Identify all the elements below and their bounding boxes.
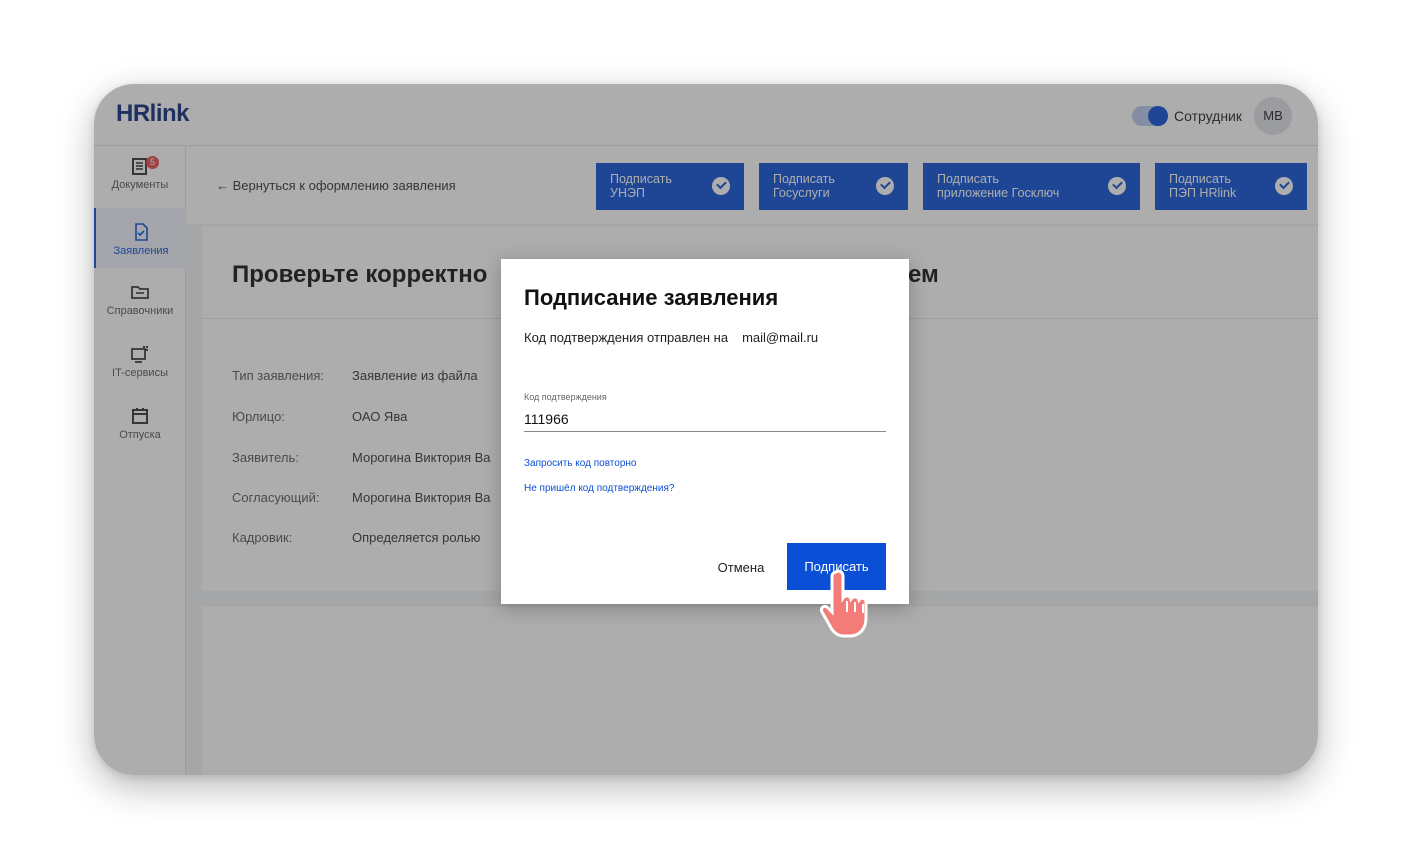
email-address: mail@mail.ru [742, 330, 819, 345]
confirmation-code-input[interactable] [524, 406, 886, 432]
modal-title: Подписание заявления [524, 285, 779, 310]
code-sent-label: Код подтверждения отправлен на [524, 330, 729, 345]
resend-code-link[interactable]: Запросить код повторно [524, 458, 636, 469]
no-code-link[interactable]: Не пришёл код подтверждения? [524, 483, 674, 494]
signing-modal: Подписание заявления Код подтверждения о… [501, 259, 909, 604]
hand-cursor-icon [820, 569, 868, 638]
cancel-button[interactable]: Отмена [706, 544, 776, 590]
code-sent-text: Код подтверждения отправлен на mail@mail.… [524, 330, 818, 345]
code-field-label: Код подтверждения [524, 392, 607, 402]
